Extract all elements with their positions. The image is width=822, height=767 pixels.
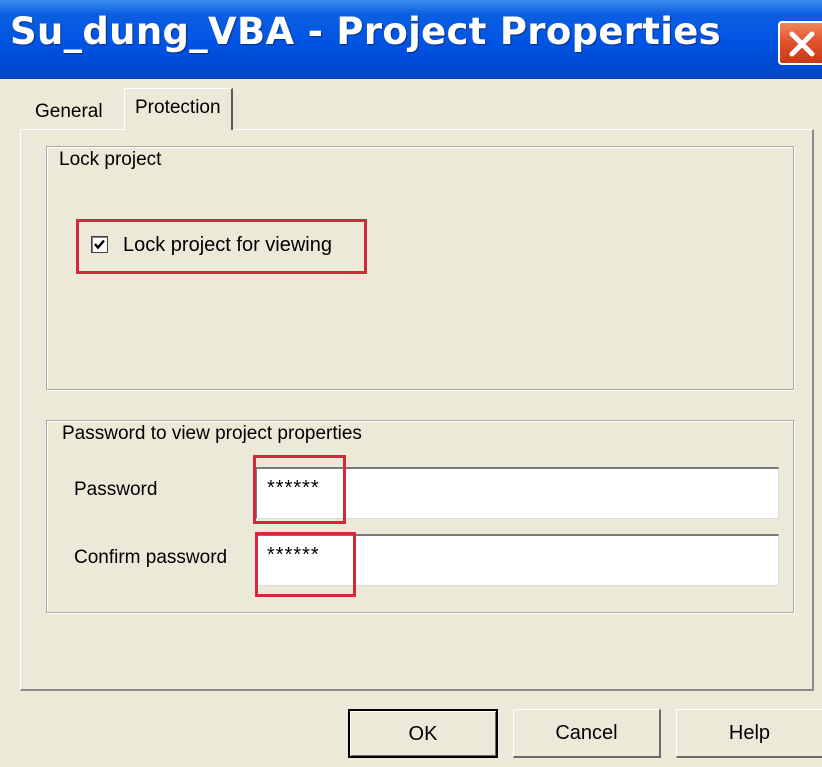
close-button[interactable] — [778, 21, 822, 65]
lock-project-legend: Lock project — [55, 149, 166, 171]
title-bar: Su_dung_VBA - Project Properties — [0, 0, 822, 79]
help-button[interactable]: Help — [676, 709, 822, 758]
close-icon — [789, 31, 815, 57]
cancel-button[interactable]: Cancel — [513, 709, 661, 758]
window-title: Su_dung_VBA - Project Properties — [10, 10, 721, 53]
password-highlight-box — [253, 455, 346, 524]
password-label: Password — [74, 479, 158, 500]
confirm-password-highlight-box — [255, 532, 356, 597]
tab-general[interactable]: General — [35, 101, 103, 123]
ok-button[interactable]: OK — [348, 709, 498, 758]
tab-protection[interactable]: Protection — [124, 88, 233, 130]
confirm-password-label: Confirm password — [74, 547, 228, 568]
password-group-legend: Password to view project properties — [58, 423, 366, 445]
checkbox-highlight-box — [76, 219, 367, 274]
